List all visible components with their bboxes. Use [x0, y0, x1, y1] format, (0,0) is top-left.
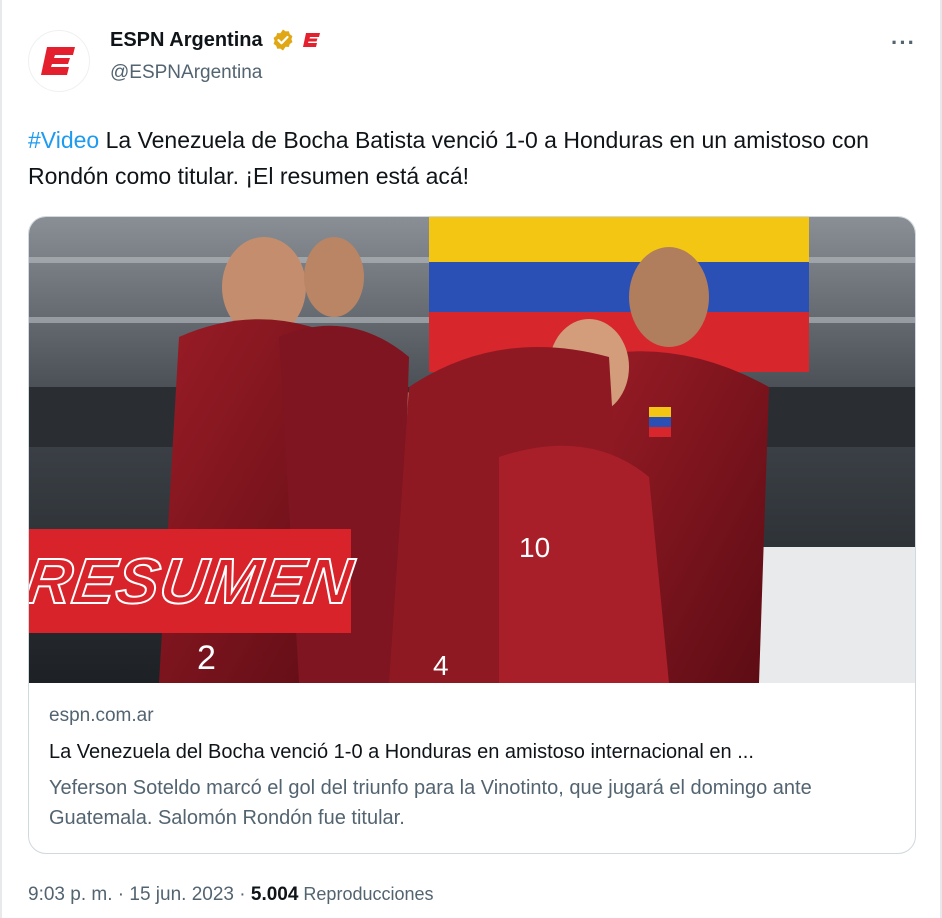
card-description: Yeferson Soteldo marcó el gol del triunf… — [49, 777, 812, 829]
jersey-number: 4 — [433, 650, 449, 681]
espn-e-logo-icon — [41, 47, 75, 75]
resumen-banner: RESUMEN — [29, 529, 360, 633]
verified-badge-icon — [273, 29, 293, 51]
jersey-number: 10 — [519, 532, 550, 563]
link-card[interactable]: 2 10 4 RESUMEN espn.com.ar La Venezuela … — [28, 216, 916, 854]
tweet-meta: 9:03 p. m. · 15 jun. 2023 · 5.004 Reprod… — [28, 884, 434, 906]
card-image[interactable]: 2 10 4 RESUMEN — [29, 217, 915, 683]
view-count: 5.004 — [250, 884, 299, 905]
author-name-row: ESPN Argentina — [110, 28, 321, 52]
left-border — [0, 0, 2, 918]
jersey-number: 2 — [197, 639, 216, 677]
tweet-text: #Video La Venezuela de Bocha Batista ven… — [28, 122, 908, 194]
separator: · — [112, 884, 130, 905]
card-domain: espn.com.ar — [49, 705, 154, 726]
card-title: La Venezuela del Bocha venció 1-0 a Hond… — [49, 741, 754, 763]
author-name[interactable]: ESPN Argentina — [110, 29, 263, 52]
tweet-body: La Venezuela de Bocha Batista venció 1-0… — [28, 127, 869, 189]
views-label: Reproducciones — [298, 884, 434, 904]
more-options-icon[interactable]: ··· — [891, 30, 916, 56]
author-handle[interactable]: @ESPNArgentina — [110, 62, 262, 84]
espn-affiliate-icon[interactable] — [302, 32, 321, 48]
resumen-label: RESUMEN — [29, 544, 360, 618]
tweet-time[interactable]: 9:03 p. m. — [28, 884, 113, 905]
tweet-date[interactable]: 15 jun. 2023 — [129, 884, 234, 905]
hashtag-link[interactable]: #Video — [28, 127, 99, 153]
card-info[interactable]: espn.com.ar La Venezuela del Bocha venci… — [29, 683, 915, 853]
author-avatar[interactable] — [28, 30, 90, 92]
separator: · — [233, 884, 251, 905]
